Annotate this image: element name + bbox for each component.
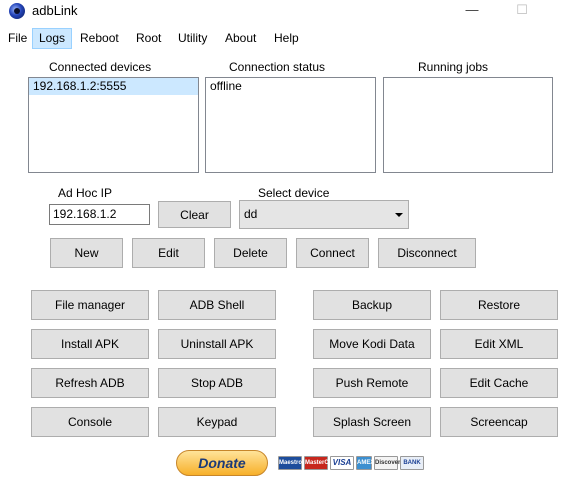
adb-shell-button[interactable]: ADB Shell xyxy=(158,290,276,320)
donate-button[interactable]: Donate xyxy=(176,450,268,476)
connected-devices-label: Connected devices xyxy=(49,60,152,74)
console-button[interactable]: Console xyxy=(31,407,149,437)
select-device-dropdown[interactable]: dd xyxy=(239,200,409,229)
app-icon xyxy=(9,3,25,19)
stop-adb-button[interactable]: Stop ADB xyxy=(158,368,276,398)
bank-icon: BANK xyxy=(400,456,424,470)
discover-icon: Discover xyxy=(374,456,400,470)
install-apk-button[interactable]: Install APK xyxy=(31,329,149,359)
menu-about[interactable]: About xyxy=(219,28,262,49)
push-remote-button[interactable]: Push Remote xyxy=(313,368,431,398)
menu-root[interactable]: Root xyxy=(130,28,167,49)
keypad-button[interactable]: Keypad xyxy=(158,407,276,437)
visa-icon: VISA xyxy=(330,456,354,470)
backup-button[interactable]: Backup xyxy=(313,290,431,320)
title-bar: adbLink — ☐ xyxy=(0,0,576,28)
menu-file[interactable]: File xyxy=(2,28,33,49)
menu-logs[interactable]: Logs xyxy=(32,28,73,49)
move-kodi-data-button[interactable]: Move Kodi Data xyxy=(313,329,431,359)
status-list-item: offline xyxy=(210,79,242,93)
adhoc-ip-input[interactable]: 192.168.1.2 xyxy=(49,204,150,225)
connection-status-list[interactable]: offline xyxy=(205,77,376,173)
adhoc-ip-label: Ad Hoc IP xyxy=(58,186,113,200)
maestro-card-icon: Maestro xyxy=(278,456,302,470)
file-manager-button[interactable]: File manager xyxy=(31,290,149,320)
edit-xml-button[interactable]: Edit XML xyxy=(440,329,558,359)
menu-reboot[interactable]: Reboot xyxy=(74,28,125,49)
amex-icon: AMEX xyxy=(356,456,374,470)
new-button[interactable]: New xyxy=(50,238,123,268)
clear-button[interactable]: Clear xyxy=(158,201,231,228)
connect-button[interactable]: Connect xyxy=(296,238,369,268)
running-jobs-list[interactable] xyxy=(383,77,553,173)
uninstall-apk-button[interactable]: Uninstall APK xyxy=(158,329,276,359)
minimize-button[interactable]: — xyxy=(452,0,492,22)
splash-screen-button[interactable]: Splash Screen xyxy=(313,407,431,437)
select-device-value: dd xyxy=(244,207,258,221)
connection-status-label: Connection status xyxy=(229,60,326,74)
menu-utility[interactable]: Utility xyxy=(172,28,213,49)
running-jobs-label: Running jobs xyxy=(418,60,489,74)
disconnect-button[interactable]: Disconnect xyxy=(378,238,476,268)
select-device-label: Select device xyxy=(258,186,330,200)
edit-button[interactable]: Edit xyxy=(132,238,205,268)
refresh-adb-button[interactable]: Refresh ADB xyxy=(31,368,149,398)
maximize-button[interactable]: ☐ xyxy=(502,0,542,22)
delete-button[interactable]: Delete xyxy=(214,238,287,268)
mastercard-icon: MasterCard xyxy=(304,456,338,470)
menu-bar: File Logs Reboot Root Utility About Help xyxy=(0,28,576,49)
window-title: adbLink xyxy=(32,3,78,18)
screencap-button[interactable]: Screencap xyxy=(440,407,558,437)
edit-cache-button[interactable]: Edit Cache xyxy=(440,368,558,398)
connected-devices-list[interactable]: 192.168.1.2:5555 xyxy=(28,77,199,173)
menu-help[interactable]: Help xyxy=(268,28,305,49)
chevron-down-icon xyxy=(395,213,403,217)
restore-button[interactable]: Restore xyxy=(440,290,558,320)
device-list-item[interactable]: 192.168.1.2:5555 xyxy=(29,78,198,95)
